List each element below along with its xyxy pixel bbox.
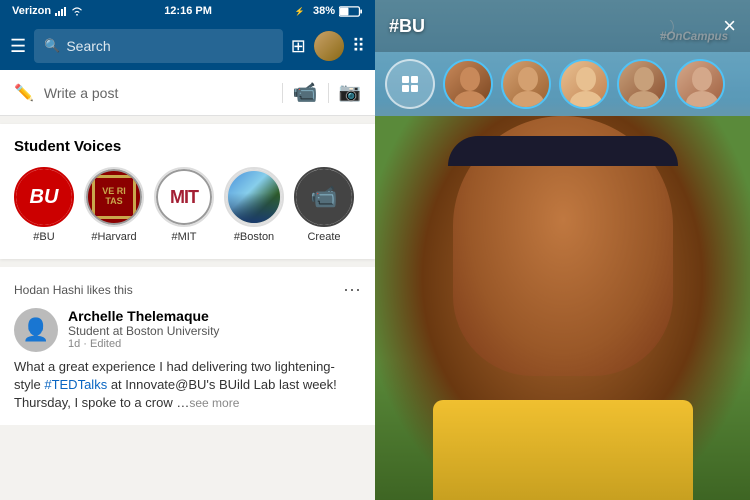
story-avatar-3[interactable] [559,59,609,109]
avatar[interactable] [314,31,344,61]
nav-bar: ☰ 🔍 Search ⊞ ⠿ [0,22,375,70]
default-avatar-icon: 👤 [22,317,49,343]
feed-likes-row: Hodan Hashi likes this ··· [14,279,361,300]
right-header: #BU × [375,0,750,52]
likes-text: Hodan Hashi likes this [14,283,133,297]
feed-avatar: 👤 [14,308,58,352]
see-more-link[interactable]: see more [189,396,239,410]
voices-row: BU #BU VE RI TAS #Harvard MIT [14,167,361,243]
right-title: #BU [389,16,425,37]
video-icon[interactable]: 📹 [293,80,318,105]
hamburger-icon[interactable]: ☰ [10,36,26,57]
voice-item-harvard[interactable]: VE RI TAS #Harvard [84,167,144,243]
create-button[interactable]: 📹 [296,169,352,225]
story-avatar-1[interactable] [443,59,493,109]
boston-label: #Boston [234,231,274,243]
add-story-button[interactable] [385,59,435,109]
feed-author-subtitle: Student at Boston University [68,324,219,338]
signal-icon [55,6,67,16]
avatar-image [314,31,344,61]
time-text: 12:16 PM [164,5,212,17]
camera-icon[interactable]: 📷 [339,82,361,103]
person-headband [448,136,678,166]
mit-circle: MIT [154,167,214,227]
boston-photo [226,169,282,225]
feed-item: Hodan Hashi likes this ··· 👤 Archelle Th… [0,267,375,425]
feed-content: What a great experience I had delivering… [14,358,361,413]
battery-icon [339,6,363,17]
mit-label: #MIT [171,231,196,243]
carrier-text: Verizon [12,5,51,17]
bu-logo: BU [16,169,72,225]
student-voices-title: Student Voices [14,138,361,155]
story-avatar-5[interactable] [675,59,725,109]
write-post-label[interactable]: Write a post [44,85,272,101]
create-circle-wrap: 📹 [294,167,354,227]
more-options-button[interactable]: ··· [343,279,361,300]
search-icon: 🔍 [44,38,60,54]
wifi-icon [71,6,83,16]
bluetooth-icon: ⚡ [293,6,309,16]
right-panel: #OnCampus #BU × [375,0,750,500]
story-row [375,52,750,116]
grid-icon[interactable]: ⠿ [352,36,365,57]
divider [282,83,283,103]
voice-item-bu[interactable]: BU #BU [14,167,74,243]
tedtalks-link[interactable]: #TEDTalks [44,377,107,392]
bu-circle: BU [14,167,74,227]
action-bar: ✏️ Write a post 📹 📷 [0,70,375,116]
add-story-icon [399,73,421,95]
feed-author-meta: 1d · Edited [68,338,219,350]
status-left: Verizon [12,5,83,17]
feed-author-name[interactable]: Archelle Thelemaque [68,308,219,324]
bu-label: #BU [33,231,54,243]
svg-text:⚡: ⚡ [295,6,305,16]
voice-item-mit[interactable]: MIT #MIT [154,167,214,243]
divider2 [328,83,329,103]
harvard-inner: VE RI TAS [92,175,136,219]
feed-author-row: 👤 Archelle Thelemaque Student at Boston … [14,308,361,352]
student-voices-card: Student Voices BU #BU VE RI TAS #Harvard [0,124,375,259]
left-panel: Verizon 12:16 PM ⚡ 38% [0,0,375,500]
status-bar: Verizon 12:16 PM ⚡ 38% [0,0,375,22]
edit-icon: ✏️ [14,83,34,103]
battery-text: 38% [313,5,335,17]
story-avatar-4[interactable] [617,59,667,109]
search-box[interactable]: 🔍 Search [34,29,283,63]
boston-circle-wrap [224,167,284,227]
harvard-circle: VE RI TAS [84,167,144,227]
status-right: ⚡ 38% [293,5,363,17]
mit-text: MIT [170,187,198,208]
close-button[interactable]: × [723,13,736,39]
feed-author-info: Archelle Thelemaque Student at Boston Un… [68,308,219,350]
qr-icon[interactable]: ⊞ [291,36,306,57]
create-label: Create [307,231,340,243]
create-icon: 📹 [310,184,337,210]
voice-item-boston[interactable]: #Boston [224,167,284,243]
boston-skyline [228,193,280,223]
harvard-label: #Harvard [91,231,136,243]
mit-logo: MIT [156,169,212,225]
harvard-logo: VE RI TAS [86,169,142,225]
main-person-area [375,116,750,500]
search-input[interactable]: Search [66,38,110,54]
person-shirt [433,400,693,500]
voice-item-create[interactable]: 📹 Create [294,167,354,243]
story-avatar-2[interactable] [501,59,551,109]
